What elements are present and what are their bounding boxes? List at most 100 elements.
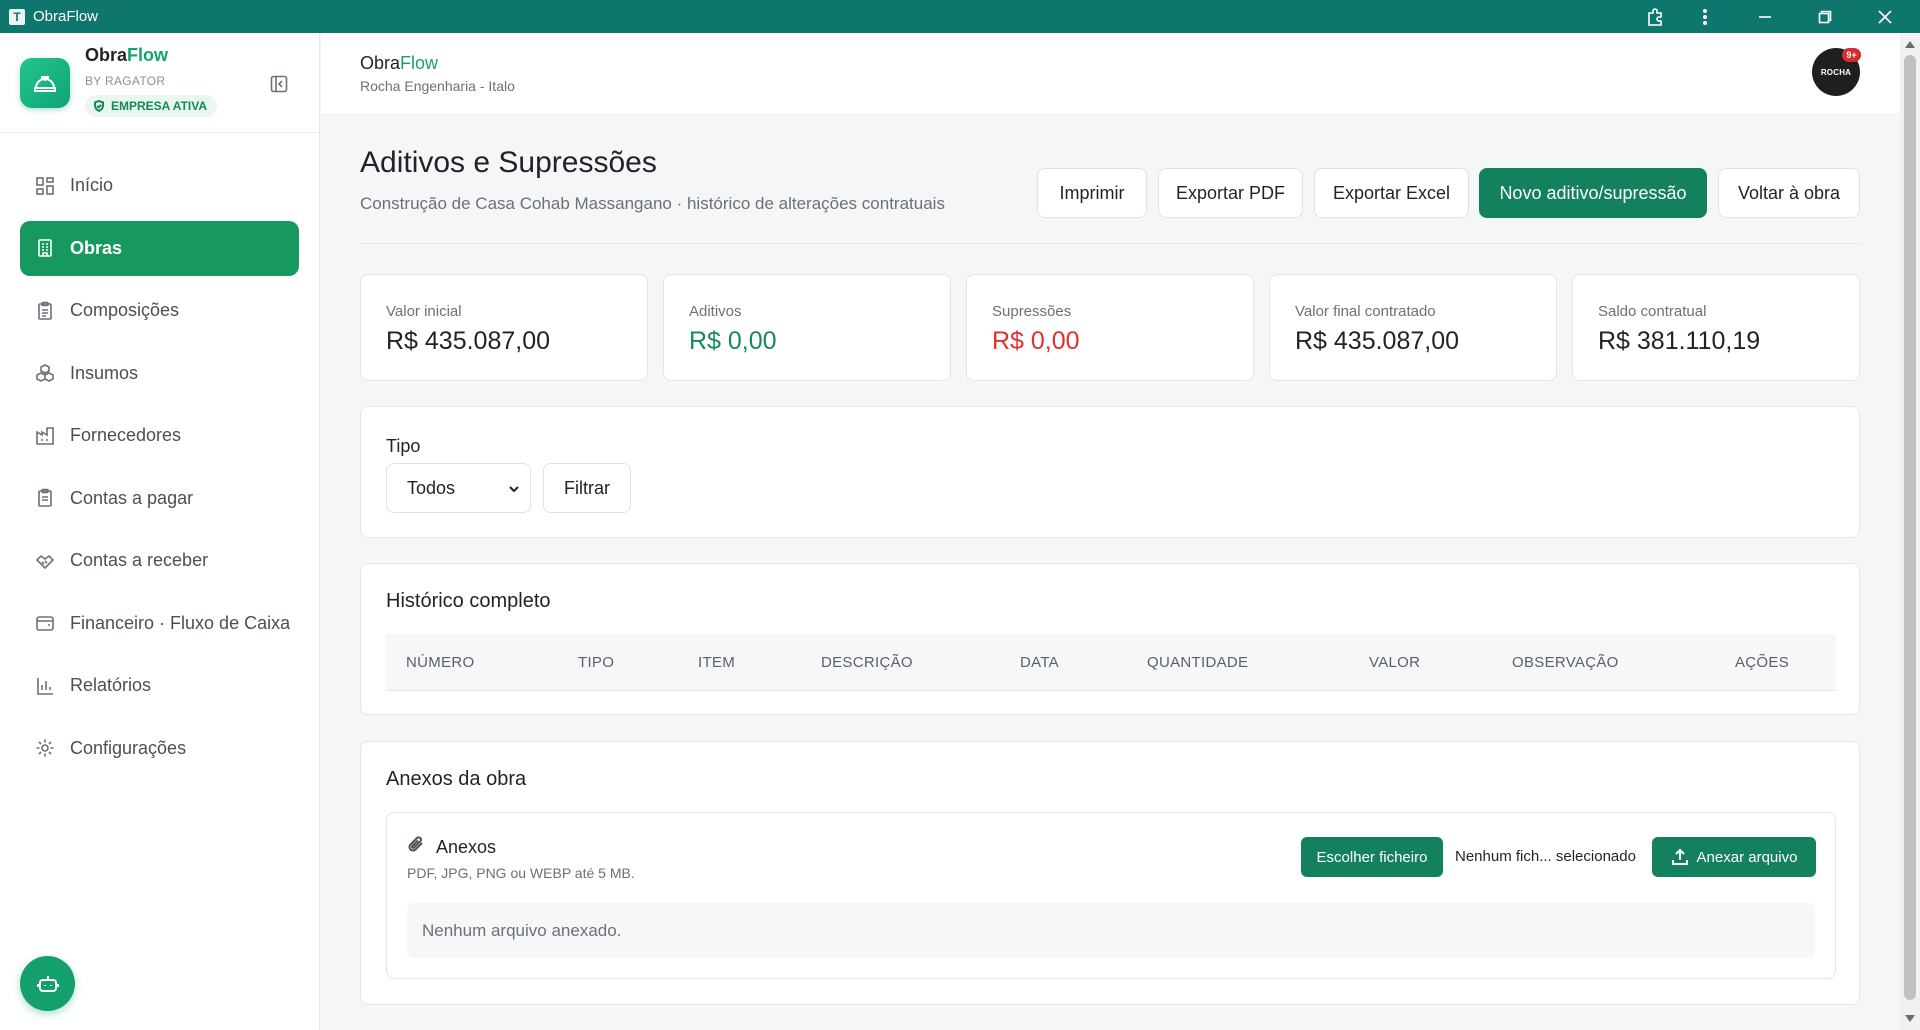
boxes-icon [36, 364, 54, 382]
choose-file-button[interactable]: Escolher ficheiro [1301, 837, 1443, 877]
sidebar-item-financeiro[interactable]: Financeiro · Fluxo de Caixa [20, 596, 299, 651]
kpi-card-valor-inicial: Valor inicial R$ 435.087,00 [360, 274, 648, 381]
history-title: Histórico completo [386, 590, 551, 612]
new-aditivo-button[interactable]: Novo aditivo/supressão [1479, 168, 1707, 218]
filter-card: Tipo Todos Filtrar [360, 406, 1860, 538]
sidebar-item-label: Insumos [70, 362, 139, 383]
top-header: ObraFlow Rocha Engenharia - Italo ROCHA … [321, 33, 1900, 113]
sidebar-item-inicio[interactable]: Início [20, 158, 299, 213]
main-nav: Início Obras Composições Insumos Fornece… [20, 158, 299, 783]
attach-file-button[interactable]: Anexar arquivo [1652, 837, 1816, 877]
tipo-select[interactable]: Todos [386, 463, 531, 513]
column-header: QUANTIDADE [1147, 654, 1249, 671]
minimize-icon[interactable] [1730, 0, 1800, 33]
close-icon[interactable] [1850, 0, 1920, 33]
handshake-icon [35, 554, 55, 569]
kpi-value: R$ 435.087,00 [386, 327, 551, 355]
scroll-up-icon[interactable] [1905, 41, 1915, 48]
app-logo-icon: T [9, 8, 25, 25]
sidebar-item-relatorios[interactable]: Relatórios [20, 658, 299, 713]
attachments-box: Anexos PDF, JPG, PNG ou WEBP até 5 MB. E… [386, 812, 1836, 979]
kpi-label: Supressões [992, 303, 1072, 320]
column-header: TIPO [578, 654, 615, 671]
grid-icon [36, 176, 54, 195]
page-subtitle: Construção de Casa Cohab Massangano · hi… [360, 194, 945, 213]
collapse-sidebar-icon[interactable] [268, 73, 290, 95]
sidebar-item-label: Financeiro · Fluxo de Caixa [70, 612, 291, 633]
kpi-card-saldo: Saldo contratual R$ 381.110,19 [1572, 274, 1860, 381]
no-file-selected: Nenhum fich... selecionado [1455, 848, 1636, 865]
assistant-bot-button[interactable] [20, 956, 75, 1011]
building-icon [38, 239, 52, 257]
bar-chart-icon [37, 677, 53, 695]
sidebar-item-label: Fornecedores [70, 425, 182, 445]
sidebar-item-fornecedores[interactable]: Fornecedores [20, 408, 299, 463]
sidebar-item-label: Configurações [70, 737, 187, 758]
scroll-thumb[interactable] [1904, 55, 1916, 1000]
attachments-box-title: Anexos [436, 837, 497, 857]
sidebar-item-composicoes[interactable]: Composições [20, 283, 299, 338]
sidebar-item-label: Obras [70, 237, 123, 258]
sidebar: ObraFlow BY RAGATOR EMPRESA ATIVA Início… [0, 33, 320, 1030]
sidebar-item-label: Contas a pagar [70, 487, 194, 508]
filter-label: Tipo [386, 436, 421, 456]
status-badge: EMPRESA ATIVA [85, 95, 218, 117]
brand-block: ObraFlow BY RAGATOR EMPRESA ATIVA [0, 33, 319, 133]
back-to-obra-button[interactable]: Voltar à obra [1718, 168, 1860, 218]
vertical-scrollbar[interactable] [1900, 33, 1920, 1030]
export-excel-button[interactable]: Exportar Excel [1314, 168, 1469, 218]
sidebar-item-contas-pagar[interactable]: Contas a pagar [20, 471, 299, 526]
export-pdf-button[interactable]: Exportar PDF [1158, 168, 1303, 218]
select-value: Todos [407, 477, 456, 498]
notification-badge: 9+ [1842, 48, 1861, 62]
sidebar-item-insumos[interactable]: Insumos [20, 346, 299, 401]
shield-check-icon [94, 100, 104, 112]
window-titlebar: T ObraFlow [0, 0, 1920, 33]
robot-icon [36, 975, 59, 992]
sidebar-item-label: Início [70, 175, 114, 195]
filter-button[interactable]: Filtrar [543, 463, 631, 513]
restore-icon[interactable] [1800, 0, 1850, 33]
header-title: ObraFlow [360, 53, 439, 73]
scroll-down-icon[interactable] [1905, 1015, 1915, 1022]
chevron-down-icon [509, 486, 519, 493]
kpi-card-valor-final: Valor final contratado R$ 435.087,00 [1269, 274, 1557, 381]
kpi-label: Aditivos [689, 303, 742, 320]
sidebar-item-label: Relatórios [70, 675, 152, 695]
extensions-icon[interactable] [1630, 0, 1680, 33]
divider [360, 243, 1860, 244]
kpi-value: R$ 0,00 [992, 327, 1080, 355]
kpi-value: R$ 0,00 [689, 327, 777, 355]
column-header: AÇÕES [1735, 654, 1790, 671]
attachments-title: Anexos da obra [386, 768, 527, 790]
sidebar-item-obras[interactable]: Obras [20, 220, 299, 276]
paperclip-icon [407, 835, 425, 858]
table-header: NÚMERO TIPO ITEM DESCRIÇÃO DATA QUANTIDA… [386, 634, 1836, 691]
column-header: NÚMERO [406, 654, 475, 671]
more-menu-icon[interactable] [1680, 0, 1730, 33]
column-header: VALOR [1369, 654, 1421, 671]
sidebar-item-configuracoes[interactable]: Configurações [20, 721, 299, 776]
gear-icon [36, 739, 54, 757]
column-header: DATA [1020, 654, 1059, 671]
attach-file-label: Anexar arquivo [1696, 848, 1798, 866]
sidebar-item-contas-receber[interactable]: Contas a receber [20, 533, 299, 588]
sidebar-item-label: Composições [70, 300, 180, 320]
window-title: ObraFlow [33, 8, 99, 25]
upload-icon [1671, 848, 1688, 865]
attachments-hint: PDF, JPG, PNG ou WEBP até 5 MB. [407, 865, 635, 881]
kpi-card-aditivos: Aditivos R$ 0,00 [663, 274, 951, 381]
attachments-card: Anexos da obra Anexos PDF, JPG, PNG ou W… [360, 741, 1860, 1005]
factory-icon [36, 426, 54, 445]
kpi-label: Valor inicial [386, 303, 462, 320]
brand-name: ObraFlow [85, 45, 169, 65]
kpi-label: Valor final contratado [1295, 303, 1436, 320]
sidebar-item-label: Contas a receber [70, 550, 209, 570]
page-title: Aditivos e Supressões [360, 146, 657, 179]
receipt-icon [38, 488, 52, 507]
print-button[interactable]: Imprimir [1037, 168, 1147, 218]
header-subtitle: Rocha Engenharia - Italo [360, 78, 515, 94]
wallet-icon [36, 616, 54, 631]
kpi-value: R$ 381.110,19 [1598, 327, 1761, 355]
history-card: Histórico completo NÚMERO TIPO ITEM DESC… [360, 563, 1860, 715]
